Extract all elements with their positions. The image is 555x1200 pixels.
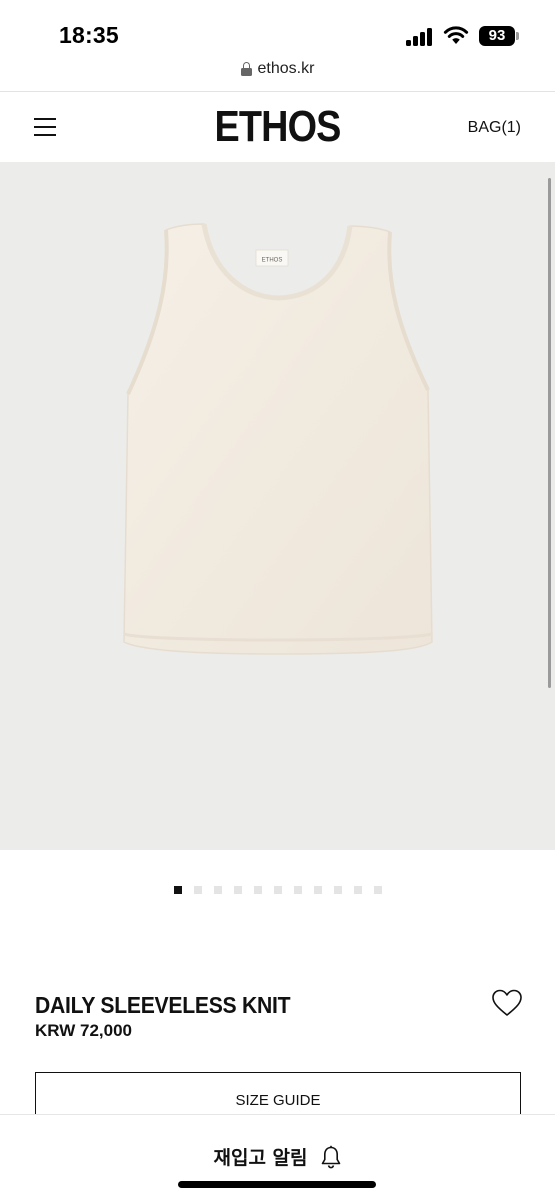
carousel-dot[interactable]	[313, 886, 322, 894]
bag-link[interactable]: BAG(1)	[468, 119, 521, 137]
scrollbar[interactable]	[548, 178, 551, 688]
bell-icon	[321, 1145, 340, 1168]
carousel-dot[interactable]	[233, 886, 242, 894]
url-text[interactable]: ethos.kr	[258, 60, 315, 78]
home-indicator	[178, 1181, 376, 1188]
carousel-dot[interactable]	[193, 886, 202, 894]
restock-alert-button[interactable]: 재입고 알림	[0, 1143, 555, 1170]
product-image-gallery[interactable]: ETHOS	[0, 162, 555, 850]
bottom-action-bar: 재입고 알림	[0, 1114, 555, 1200]
product-price: KRW 72,000	[35, 1021, 133, 1040]
carousel-dot[interactable]	[173, 886, 182, 894]
heart-icon[interactable]	[491, 988, 523, 1018]
site-header: ETHOS BAG(1)	[0, 92, 555, 162]
carousel-dot[interactable]	[293, 886, 302, 894]
carousel-dot[interactable]	[353, 886, 362, 894]
url-bar[interactable]: ethos.kr	[0, 56, 555, 92]
carousel-dots	[0, 886, 555, 896]
signal-icon	[406, 28, 434, 46]
status-time: 18:35	[59, 22, 119, 48]
status-bar: 18:35 93	[0, 0, 555, 56]
product-name: DAILY SLEEVELESS KNIT	[35, 992, 291, 1018]
restock-alert-label: 재입고 알림	[213, 1147, 308, 1169]
battery-icon: 93	[479, 26, 515, 46]
carousel-dot[interactable]	[273, 886, 282, 894]
product-image: ETHOS	[123, 223, 433, 655]
battery-cap	[516, 32, 519, 40]
carousel-dot[interactable]	[253, 886, 262, 894]
carousel-dot[interactable]	[333, 886, 342, 894]
garment-label: ETHOS	[262, 258, 283, 264]
carousel-dot[interactable]	[213, 886, 222, 894]
carousel-dot[interactable]	[373, 886, 382, 894]
site-logo[interactable]: ETHOS	[39, 102, 516, 152]
wifi-icon	[443, 26, 469, 44]
lock-icon	[240, 62, 252, 76]
battery-level: 93	[488, 27, 506, 44]
